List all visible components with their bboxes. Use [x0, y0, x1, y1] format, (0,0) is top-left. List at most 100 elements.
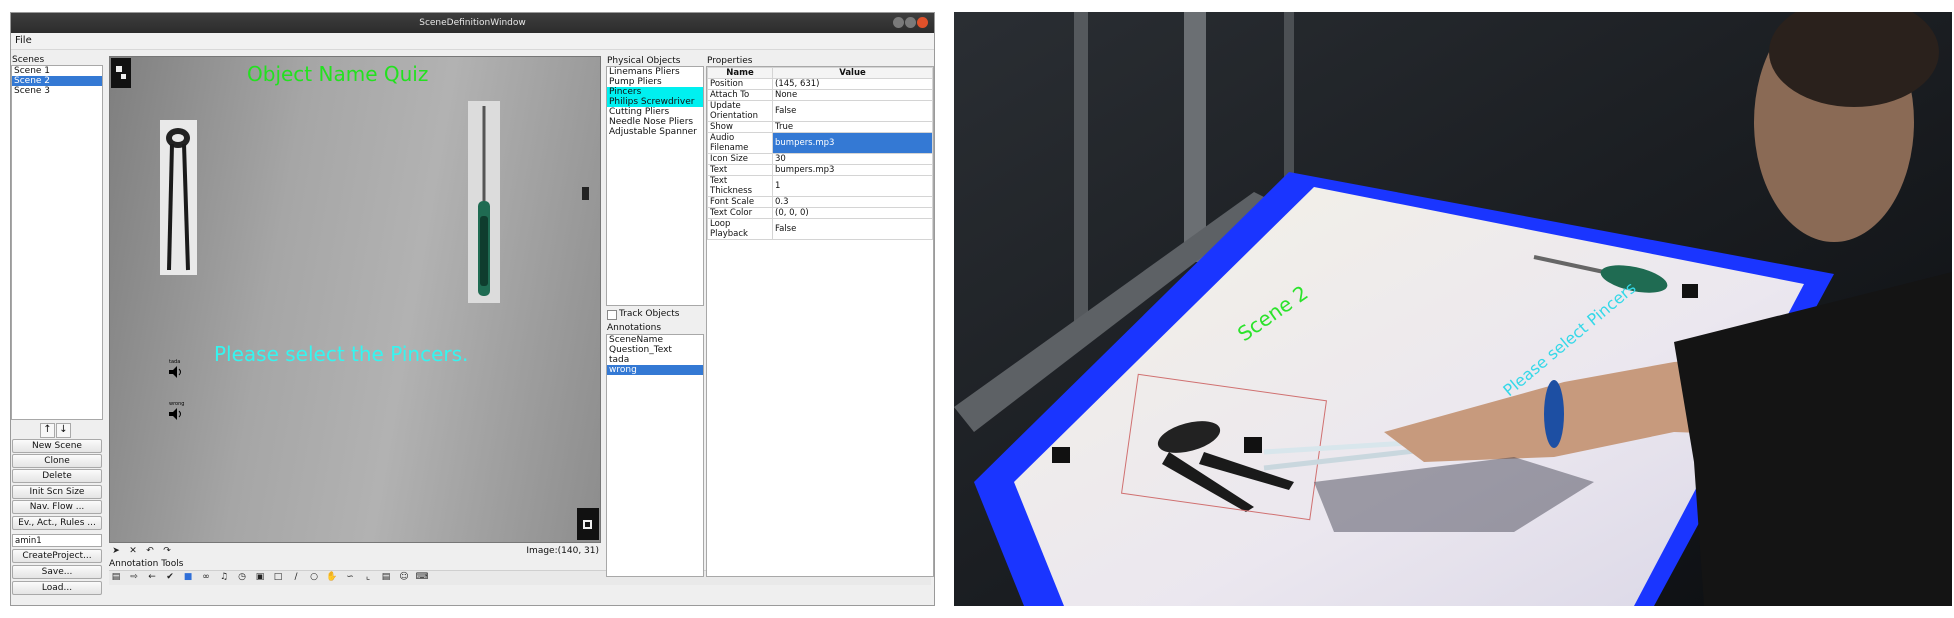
scene-item[interactable]: Scene 1 [12, 66, 102, 76]
new-scene-button[interactable]: New Scene [12, 439, 102, 453]
question-text[interactable]: Please select the Pincers. [214, 342, 468, 366]
scenes-list[interactable]: Scene 1 Scene 2 Scene 3 [11, 65, 103, 420]
property-value[interactable]: (0, 0, 0) [772, 207, 933, 219]
arrow-box-icon[interactable]: ⇨ [127, 571, 141, 584]
property-value[interactable]: False [772, 100, 933, 122]
annotation-item[interactable]: SceneName [607, 335, 703, 345]
property-value[interactable]: None [772, 89, 933, 101]
menu-file[interactable]: File [15, 35, 32, 46]
annotations-list[interactable]: SceneName Question_Text tada wrong [606, 334, 704, 577]
object-item[interactable]: Cutting Pliers [607, 107, 703, 117]
property-row[interactable]: Position (145, 631) [707, 78, 933, 90]
scenes-header: Scenes [12, 55, 45, 65]
text-box-icon[interactable]: ▤ [379, 571, 393, 584]
save-button[interactable]: Save... [12, 565, 102, 579]
hand-icon[interactable]: ✋ [325, 571, 339, 584]
move-up-button[interactable]: ↑ [40, 423, 55, 438]
keyboard-icon[interactable]: ⌨ [415, 571, 429, 584]
property-value[interactable]: bumpers.mp3 [772, 164, 933, 176]
property-value[interactable]: 30 [772, 153, 933, 165]
property-value[interactable]: 1 [772, 175, 933, 197]
title-bar: SceneDefinitionWindow [11, 13, 934, 33]
load-button[interactable]: Load... [12, 581, 102, 595]
property-row[interactable]: Font Scale 0.3 [707, 196, 933, 208]
quiz-title[interactable]: Object Name Quiz [247, 62, 428, 86]
circle-icon[interactable]: ○ [307, 571, 321, 584]
create-project-button[interactable]: CreateProject... [12, 549, 102, 563]
property-value[interactable]: bumpers.mp3 [772, 132, 933, 154]
property-row[interactable]: Attach To None [707, 89, 933, 101]
person-icon[interactable]: ☺ [397, 571, 411, 584]
property-row[interactable]: Loop Playback False [707, 218, 933, 240]
move-down-button[interactable]: ↓ [56, 423, 71, 438]
property-row-selected[interactable]: Audio Filename bumpers.mp3 [707, 132, 933, 154]
property-value[interactable]: False [772, 218, 933, 240]
speaker-icon[interactable] [169, 366, 183, 378]
close-icon[interactable]: ✕ [126, 545, 140, 558]
arrow-left-icon[interactable]: ← [145, 571, 159, 584]
navigate-icon[interactable]: ➤ [109, 545, 123, 558]
screwdriver-image[interactable] [468, 101, 500, 303]
annotation-tools-label: Annotation Tools [109, 559, 184, 569]
annotation-item-selected[interactable]: wrong [607, 365, 703, 375]
column-header-name: Name [707, 67, 773, 79]
init-scene-size-button[interactable]: Init Scn Size [12, 485, 102, 499]
object-item[interactable]: Needle Nose Pliers [607, 117, 703, 127]
audio-icon[interactable]: ♫ [217, 571, 231, 584]
redo-icon[interactable]: ↷ [160, 545, 174, 558]
properties-header: Properties [707, 56, 753, 66]
property-value[interactable]: (145, 631) [772, 78, 933, 90]
annotation-item[interactable]: tada [607, 355, 703, 365]
minimize-button[interactable] [893, 17, 904, 28]
object-item[interactable]: Linemans Pliers [607, 67, 703, 77]
property-value[interactable]: True [772, 121, 933, 133]
property-row[interactable]: Update Orientation False [707, 100, 933, 122]
user-field[interactable]: amin1 [12, 534, 102, 547]
comment-icon[interactable]: ▤ [109, 571, 123, 584]
nav-flow-button[interactable]: Nav. Flow ... [12, 500, 102, 514]
audio-label-wrong: wrong [169, 401, 185, 407]
link-icon[interactable]: ∞ [199, 571, 213, 584]
maximize-button[interactable] [905, 17, 916, 28]
polyline-icon[interactable]: ⌞ [361, 571, 375, 584]
timer-icon[interactable]: ◷ [235, 571, 249, 584]
property-row[interactable]: Text bumpers.mp3 [707, 164, 933, 176]
curve-icon[interactable]: ∽ [343, 571, 357, 584]
events-actions-rules-button[interactable]: Ev., Act., Rules ... [12, 516, 102, 530]
scene-item[interactable]: Scene 3 [12, 86, 102, 96]
track-objects-checkbox[interactable] [607, 310, 617, 320]
close-button[interactable] [917, 17, 928, 28]
property-value[interactable]: 0.3 [772, 196, 933, 208]
pincers-image[interactable] [160, 120, 197, 275]
undo-icon[interactable]: ↶ [143, 545, 157, 558]
object-item[interactable]: Pump Pliers [607, 77, 703, 87]
marker-top-left [111, 58, 131, 88]
property-name: Icon Size [707, 153, 773, 165]
object-item[interactable]: Adjustable Spanner [607, 127, 703, 137]
image-icon[interactable]: ▣ [253, 571, 267, 584]
image-coords: Image:(140, 31) [526, 546, 599, 556]
check-icon[interactable]: ✔ [163, 571, 177, 584]
rectangle-filled-icon[interactable]: ■ [181, 571, 195, 584]
screwdriver-icon [478, 106, 490, 296]
property-row[interactable]: Text Thickness 1 [707, 175, 933, 197]
property-row[interactable]: Show True [707, 121, 933, 133]
audio-label-tada: tada [169, 359, 181, 365]
rectangle-icon[interactable]: □ [271, 571, 285, 584]
scene-item-selected[interactable]: Scene 2 [12, 76, 102, 86]
property-name: Loop Playback [707, 218, 773, 240]
physical-objects-list[interactable]: Linemans Pliers Pump Pliers Pincers Phil… [606, 66, 704, 306]
property-name: Update Orientation [707, 100, 773, 122]
object-item-highlighted[interactable]: Pincers [607, 87, 703, 97]
annotation-item[interactable]: Question_Text [607, 345, 703, 355]
line-icon[interactable]: ∕ [289, 571, 303, 584]
delete-button[interactable]: Delete [12, 469, 102, 483]
speaker-icon[interactable] [169, 408, 183, 420]
clone-button[interactable]: Clone [12, 454, 102, 468]
properties-table-panel: Name Value Position (145, 631) Attach To N… [706, 66, 934, 577]
property-row[interactable]: Icon Size 30 [707, 153, 933, 165]
property-row[interactable]: Text Color (0, 0, 0) [707, 207, 933, 219]
object-item-highlighted[interactable]: Philips Screwdriver [607, 97, 703, 107]
property-name: Attach To [707, 89, 773, 101]
scene-canvas[interactable]: Object Name Quiz Please select the Pince… [109, 56, 601, 543]
